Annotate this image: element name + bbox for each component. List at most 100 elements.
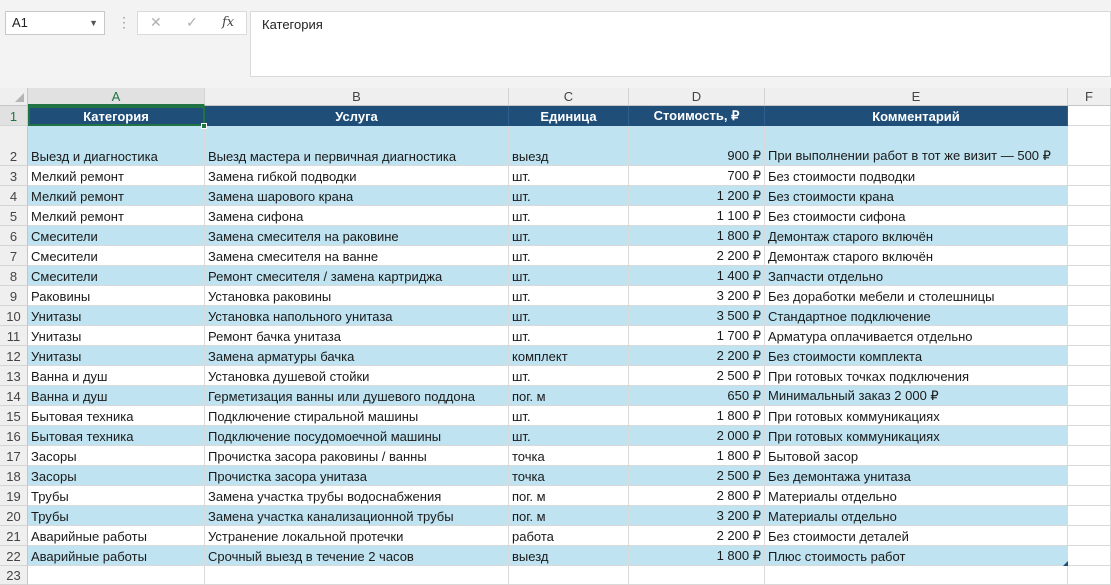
cell-comment[interactable]: Без стоимости комплекта xyxy=(765,346,1068,366)
cell-comment[interactable]: При готовых коммуникациях xyxy=(765,426,1068,446)
cell-category[interactable]: Унитазы xyxy=(28,326,205,346)
cell-empty[interactable] xyxy=(1068,366,1111,386)
cell-unit[interactable]: шт. xyxy=(509,166,629,186)
cell-service[interactable]: Замена шарового крана xyxy=(205,186,509,206)
cell-unit[interactable]: комплект xyxy=(509,346,629,366)
cell-category[interactable]: Аварийные работы xyxy=(28,546,205,566)
cell-service[interactable]: Устранение локальной протечки xyxy=(205,526,509,546)
cell-empty[interactable] xyxy=(1068,386,1111,406)
cell-empty[interactable] xyxy=(1068,526,1111,546)
cell-price[interactable]: 2 500 ₽ xyxy=(629,466,765,486)
cell-price[interactable]: 3 500 ₽ xyxy=(629,306,765,326)
fill-handle[interactable] xyxy=(201,123,207,129)
cell-comment[interactable]: Демонтаж старого включён xyxy=(765,246,1068,266)
row-header[interactable]: 3 xyxy=(0,166,28,186)
cell-comment[interactable]: Плюс стоимость работ xyxy=(765,546,1068,566)
cell-empty[interactable] xyxy=(1068,346,1111,366)
cell-category[interactable]: Унитазы xyxy=(28,346,205,366)
cell-unit[interactable]: пог. м xyxy=(509,506,629,526)
cell-price[interactable]: 650 ₽ xyxy=(629,386,765,406)
cell-category[interactable]: Аварийные работы xyxy=(28,526,205,546)
cell-price[interactable]: 3 200 ₽ xyxy=(629,506,765,526)
insert-function-icon[interactable]: fx xyxy=(222,15,234,30)
cell-empty[interactable] xyxy=(1068,306,1111,326)
cell-price[interactable]: 1 400 ₽ xyxy=(629,266,765,286)
cell-empty[interactable] xyxy=(1068,426,1111,446)
header-comment[interactable]: Комментарий xyxy=(765,106,1068,126)
cell-empty[interactable] xyxy=(509,566,629,585)
cell-price[interactable]: 3 200 ₽ xyxy=(629,286,765,306)
row-header[interactable]: 4 xyxy=(0,186,28,206)
more-options-icon[interactable]: ⋮ xyxy=(117,12,131,32)
cell-category[interactable]: Смесители xyxy=(28,266,205,286)
header-unit[interactable]: Единица xyxy=(509,106,629,126)
cell-empty[interactable] xyxy=(205,566,509,585)
cell-empty[interactable] xyxy=(1068,106,1111,126)
cell-unit[interactable]: точка xyxy=(509,446,629,466)
cell-price[interactable]: 1 800 ₽ xyxy=(629,546,765,566)
cell-service[interactable]: Подключение стиральной машины xyxy=(205,406,509,426)
cell-service[interactable]: Замена арматуры бачка xyxy=(205,346,509,366)
cell-unit[interactable]: шт. xyxy=(509,306,629,326)
cell-empty[interactable] xyxy=(1068,406,1111,426)
cell-unit[interactable]: шт. xyxy=(509,286,629,306)
cell-empty[interactable] xyxy=(1068,186,1111,206)
cell-comment[interactable]: Без стоимости деталей xyxy=(765,526,1068,546)
cell-unit[interactable]: шт. xyxy=(509,326,629,346)
cell-price[interactable]: 700 ₽ xyxy=(629,166,765,186)
cell-comment[interactable]: Материалы отдельно xyxy=(765,506,1068,526)
cell-empty[interactable] xyxy=(1068,546,1111,566)
cell-category[interactable]: Мелкий ремонт xyxy=(28,166,205,186)
cell-comment[interactable]: При выполнении работ в тот же визит — 50… xyxy=(765,126,1068,166)
cell-category[interactable]: Раковины xyxy=(28,286,205,306)
cell-comment[interactable]: Бытовой засор xyxy=(765,446,1068,466)
cell-service[interactable]: Замена участка канализационной трубы xyxy=(205,506,509,526)
select-all-corner[interactable] xyxy=(0,88,28,106)
row-header[interactable]: 23 xyxy=(0,566,28,585)
cell-category[interactable]: Смесители xyxy=(28,226,205,246)
formula-input[interactable]: Категория xyxy=(250,11,1111,77)
row-header[interactable]: 5 xyxy=(0,206,28,226)
cell-empty[interactable] xyxy=(1068,506,1111,526)
cell-comment[interactable]: Без стоимости подводки xyxy=(765,166,1068,186)
cell-empty[interactable] xyxy=(1068,226,1111,246)
row-header[interactable]: 1 xyxy=(0,106,28,126)
cell-category[interactable]: Мелкий ремонт xyxy=(28,186,205,206)
cell-price[interactable]: 1 800 ₽ xyxy=(629,226,765,246)
name-box[interactable]: A1 ▼ xyxy=(5,11,105,35)
row-header[interactable]: 10 xyxy=(0,306,28,326)
cell-empty[interactable] xyxy=(765,566,1068,585)
table-resize-handle[interactable] xyxy=(1063,561,1068,566)
cell-unit[interactable]: шт. xyxy=(509,186,629,206)
cell-category[interactable]: Засоры xyxy=(28,466,205,486)
cell-unit[interactable]: работа xyxy=(509,526,629,546)
row-header[interactable]: 13 xyxy=(0,366,28,386)
cell-service[interactable]: Ремонт смесителя / замена картриджа xyxy=(205,266,509,286)
row-header[interactable]: 20 xyxy=(0,506,28,526)
cell-category[interactable]: Бытовая техника xyxy=(28,406,205,426)
row-header[interactable]: 9 xyxy=(0,286,28,306)
cell-unit[interactable]: шт. xyxy=(509,206,629,226)
cell-service[interactable]: Замена гибкой подводки xyxy=(205,166,509,186)
cell-service[interactable]: Установка раковины xyxy=(205,286,509,306)
cell-service[interactable]: Герметизация ванны или душевого поддона xyxy=(205,386,509,406)
cell-service[interactable]: Срочный выезд в течение 2 часов xyxy=(205,546,509,566)
cell-price[interactable]: 2 200 ₽ xyxy=(629,526,765,546)
cell-comment[interactable]: Без доработки мебели и столешницы xyxy=(765,286,1068,306)
cell-price[interactable]: 1 800 ₽ xyxy=(629,406,765,426)
cell-comment[interactable]: Стандартное подключение xyxy=(765,306,1068,326)
cell-price[interactable]: 2 800 ₽ xyxy=(629,486,765,506)
cell-price[interactable]: 1 100 ₽ xyxy=(629,206,765,226)
row-header[interactable]: 16 xyxy=(0,426,28,446)
row-header[interactable]: 17 xyxy=(0,446,28,466)
cell-empty[interactable] xyxy=(1068,166,1111,186)
cell-unit[interactable]: точка xyxy=(509,466,629,486)
row-header[interactable]: 19 xyxy=(0,486,28,506)
cell-comment[interactable]: Арматура оплачивается отдельно xyxy=(765,326,1068,346)
cell-service[interactable]: Прочистка засора унитаза xyxy=(205,466,509,486)
cell-service[interactable]: Замена сифона xyxy=(205,206,509,226)
column-header-a[interactable]: A xyxy=(28,88,205,106)
cell-category[interactable]: Выезд и диагностика xyxy=(28,126,205,166)
cell-empty[interactable] xyxy=(1068,126,1111,166)
row-header[interactable]: 22 xyxy=(0,546,28,566)
